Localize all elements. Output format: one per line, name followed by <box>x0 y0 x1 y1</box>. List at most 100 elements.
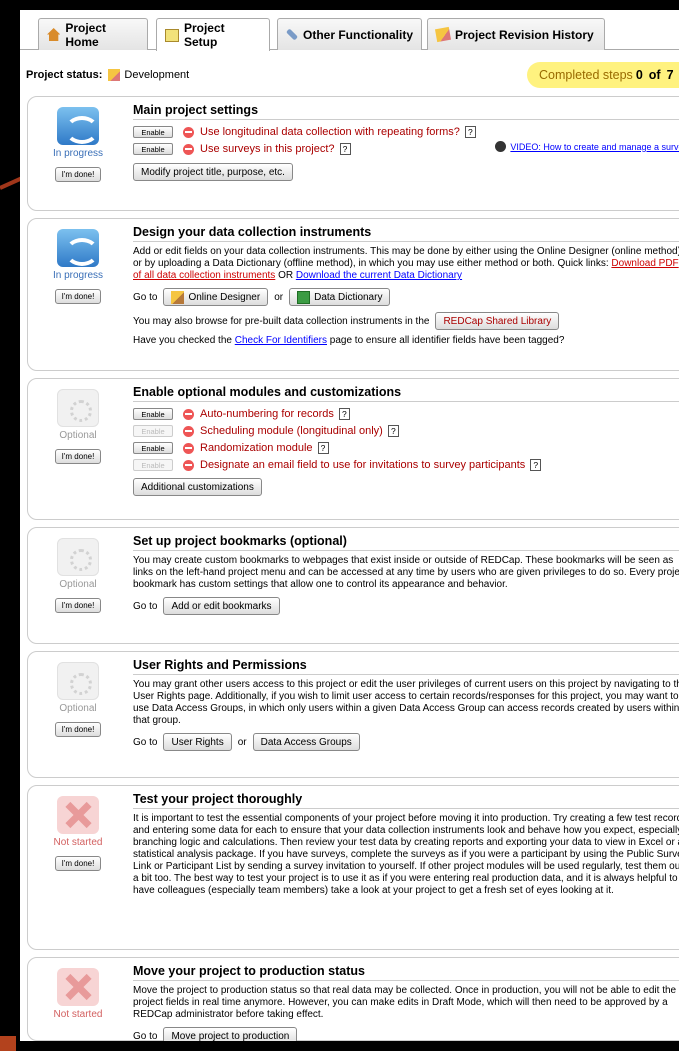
im-done-button[interactable]: I'm done! <box>54 598 102 613</box>
additional-customizations-button[interactable]: Additional customizations <box>133 478 262 496</box>
enable-button[interactable]: Enable <box>133 442 173 454</box>
panel-content: Move your project to production status M… <box>133 958 679 1041</box>
gear-icon <box>57 662 99 700</box>
identifiers-text: page to ensure all identifier fields hav… <box>329 335 565 346</box>
panel-test-project: Not started I'm done! Test your project … <box>27 785 679 950</box>
status-label: Project status: <box>26 69 103 81</box>
gear-icon <box>57 538 99 576</box>
description-text: Add or edit fields on your data collecti… <box>133 246 679 269</box>
or-text: or <box>237 736 247 748</box>
button-label: Online Designer <box>188 291 261 303</box>
panel-content: Set up project bookmarks (optional) You … <box>133 528 679 615</box>
completed-prefix: Completed steps <box>539 68 633 82</box>
tab-project-revision-history[interactable]: Project Revision History <box>427 18 605 50</box>
tab-other-functionality[interactable]: Other Functionality <box>277 18 422 50</box>
enable-button[interactable]: Enable <box>133 425 173 437</box>
disabled-status-icon <box>183 143 194 155</box>
disabled-status-icon <box>183 126 194 138</box>
panel-side: In progress I'm done! <box>28 97 128 182</box>
panel-content: Test your project thoroughly It is impor… <box>133 786 679 897</box>
panel-move-production: Not started Move your project to product… <box>27 957 679 1041</box>
goto-row: Go to User Rights or Data Access Groups <box>133 733 679 751</box>
move-to-production-button[interactable]: Move project to production <box>163 1027 298 1041</box>
disabled-status-icon <box>183 442 194 454</box>
data-dictionary-button[interactable]: Data Dictionary <box>289 288 391 306</box>
option-row: Enable Randomization module ? <box>133 440 679 456</box>
data-access-groups-button[interactable]: Data Access Groups <box>252 733 360 751</box>
video-link[interactable]: VIDEO: How to create and manage a survey <box>495 141 679 152</box>
panel-side: Optional I'm done! <box>28 528 128 613</box>
step-status: Not started <box>53 1009 103 1020</box>
project-status: Project status: Development <box>26 67 189 83</box>
download-data-dictionary-link[interactable]: Download the current Data Dictionary <box>296 270 462 281</box>
step-status: Optional <box>59 579 97 590</box>
panel-side: Optional I'm done! <box>28 652 128 737</box>
completed-total: 7 <box>666 68 674 82</box>
im-done-button[interactable]: I'm done! <box>54 449 102 464</box>
panel-bookmarks: Optional I'm done! Set up project bookma… <box>27 527 679 644</box>
sync-icon <box>57 107 99 145</box>
panel-content: Main project settings Enable Use longitu… <box>133 97 679 181</box>
disabled-status-icon <box>183 459 194 471</box>
help-icon[interactable]: ? <box>387 425 399 437</box>
im-done-button[interactable]: I'm done! <box>54 167 102 182</box>
check-identifiers-link[interactable]: Check For Identifiers <box>235 335 327 346</box>
im-done-button[interactable]: I'm done! <box>54 722 102 737</box>
option-label: Randomization module <box>200 442 313 454</box>
user-rights-button[interactable]: User Rights <box>163 733 232 751</box>
panel-side: Not started I'm done! <box>28 786 128 871</box>
panel-title: Design your data collection instruments <box>133 225 372 239</box>
completed-steps-badge: Completed steps 0 of 7 <box>527 62 679 88</box>
panel-user-rights: Optional I'm done! User Rights and Permi… <box>27 651 679 778</box>
panel-description: Add or edit fields on your data collecti… <box>133 246 679 282</box>
enable-button[interactable]: Enable <box>133 126 173 138</box>
x-icon <box>57 796 99 834</box>
go-to-label: Go to <box>133 736 158 748</box>
panel-description: It is important to test the essential co… <box>133 813 679 896</box>
tab-bar: Project Home Project Setup Other Functio… <box>20 10 679 51</box>
option-row: Enable Auto-numbering for records ? <box>133 406 679 422</box>
add-edit-bookmarks-button[interactable]: Add or edit bookmarks <box>163 597 280 615</box>
page-frame: Project Home Project Setup Other Functio… <box>20 10 679 1041</box>
annotation-corner <box>0 1036 16 1051</box>
step-status: Not started <box>53 837 103 848</box>
gear-icon <box>57 389 99 427</box>
tab-project-home[interactable]: Project Home <box>38 18 148 50</box>
panel-title: Move your project to production status <box>133 964 365 978</box>
x-icon <box>57 968 99 1006</box>
tab-project-setup[interactable]: Project Setup <box>156 18 270 51</box>
help-icon[interactable]: ? <box>338 408 350 420</box>
film-icon <box>495 141 507 152</box>
modify-project-button[interactable]: Modify project title, purpose, etc. <box>133 163 293 181</box>
go-to-label: Go to <box>133 291 158 303</box>
enable-button[interactable]: Enable <box>133 459 173 471</box>
online-designer-button[interactable]: Online Designer <box>163 288 269 306</box>
shared-library-button[interactable]: REDCap Shared Library <box>435 312 560 330</box>
im-done-button[interactable]: I'm done! <box>54 856 102 871</box>
help-icon[interactable]: ? <box>464 126 476 138</box>
panel-side: In progress I'm done! <box>28 219 128 304</box>
enable-button[interactable]: Enable <box>133 408 173 420</box>
panel-description: Move the project to production status so… <box>133 985 677 1020</box>
enable-button[interactable]: Enable <box>133 143 173 155</box>
option-row: Enable Use surveys in this project? ? VI… <box>133 141 679 157</box>
help-icon[interactable]: ? <box>317 442 329 454</box>
panel-description: You may create custom bookmarks to webpa… <box>133 555 679 590</box>
designer-icon <box>171 290 185 304</box>
help-icon[interactable]: ? <box>339 143 351 155</box>
panel-side: Optional I'm done! <box>28 379 128 464</box>
video-link-text[interactable]: VIDEO: How to create and manage a survey <box>510 142 679 152</box>
help-icon[interactable]: ? <box>530 459 542 471</box>
tab-label: Other Functionality <box>303 27 414 42</box>
im-done-button[interactable]: I'm done! <box>54 289 102 304</box>
option-row: Enable Scheduling module (longitudinal o… <box>133 423 679 439</box>
goto-row: Go to Move project to production <box>133 1027 679 1041</box>
panel-title: Test your project thoroughly <box>133 792 303 806</box>
identifiers-text: Have you checked the <box>133 335 232 346</box>
panel-description: You may grant other users access to this… <box>133 679 679 726</box>
step-status: In progress <box>52 270 104 281</box>
spreadsheet-icon <box>297 290 311 304</box>
go-to-label: Go to <box>133 1030 158 1042</box>
panel-content: Design your data collection instruments … <box>133 219 679 347</box>
tab-label: Project Home <box>65 20 107 49</box>
